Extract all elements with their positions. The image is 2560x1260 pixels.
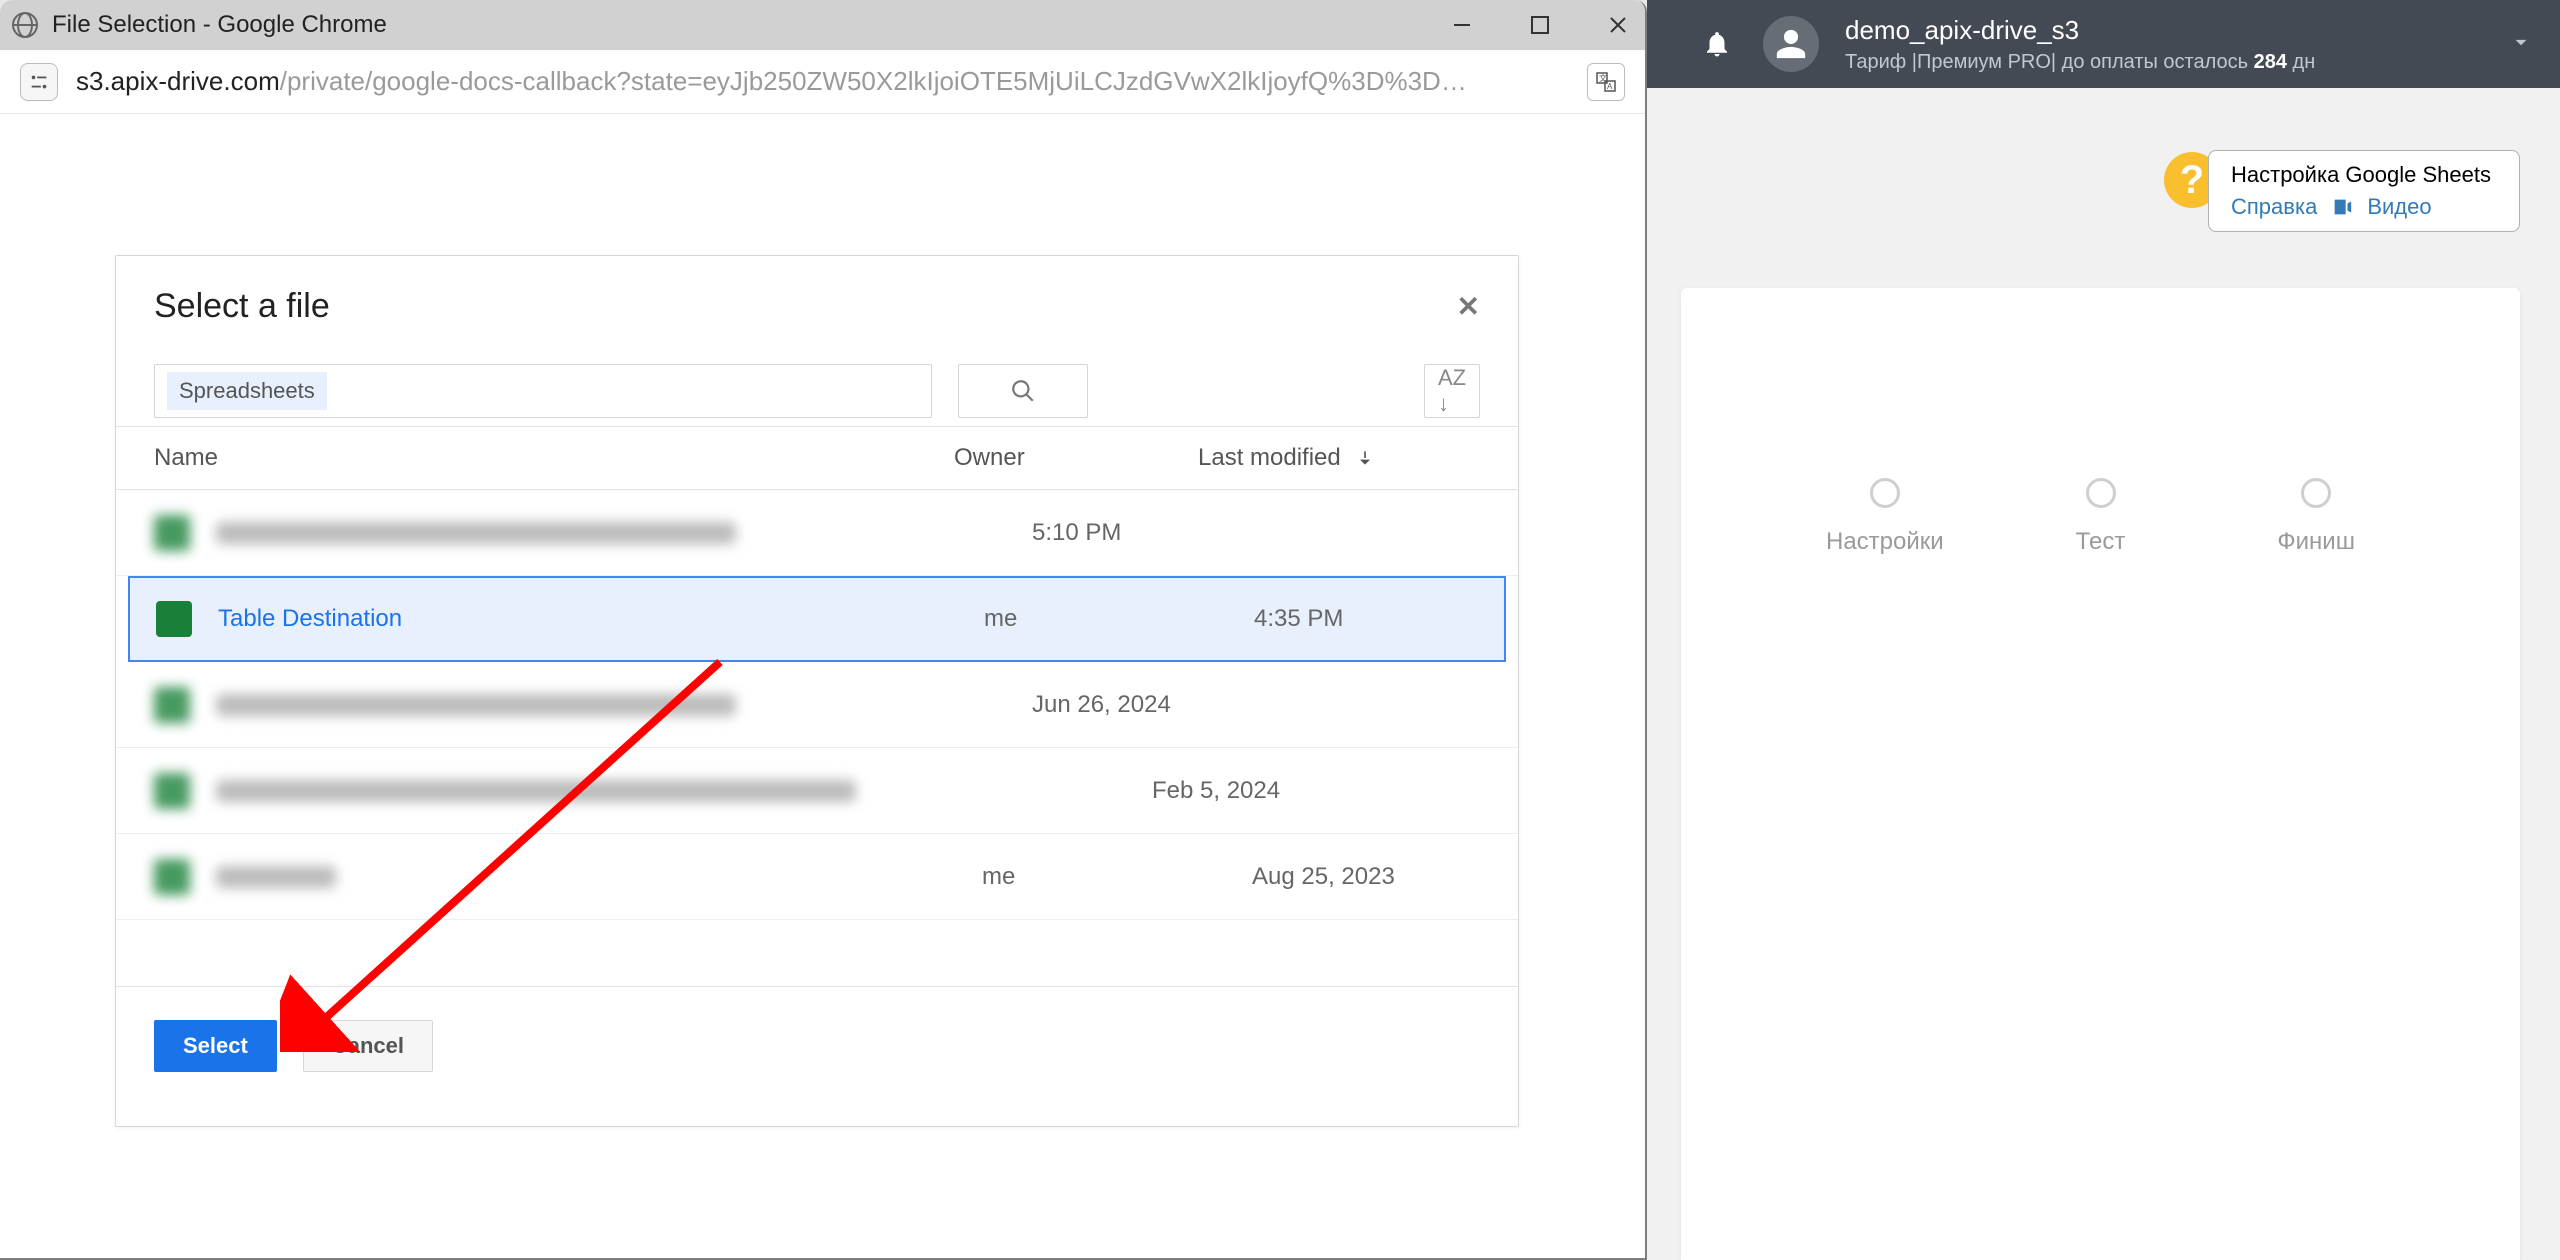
step-finish[interactable]: Финиш (2208, 478, 2424, 556)
col-name[interactable]: Name (154, 444, 954, 472)
sort-az-button[interactable]: AZ↓ (1424, 364, 1480, 418)
user-name: demo_apix-drive_s3 (1845, 12, 2315, 48)
sheets-icon (154, 773, 190, 809)
file-name (216, 522, 736, 544)
file-date: Jun 26, 2024 (1032, 691, 1171, 719)
avatar[interactable] (1763, 16, 1819, 72)
step-dot (2086, 478, 2116, 508)
search-button[interactable] (958, 364, 1088, 418)
step-dot (1870, 478, 1900, 508)
sheets-icon (154, 515, 190, 551)
file-name (216, 780, 856, 802)
select-button[interactable]: Select (154, 1020, 277, 1072)
table-row[interactable]: Jun 26, 2024 (116, 662, 1518, 748)
svg-text:文: 文 (1599, 73, 1607, 83)
sheets-icon (156, 601, 192, 637)
chevron-down-icon[interactable] (2508, 29, 2534, 60)
user-block: demo_apix-drive_s3 Тариф |Премиум PRO| д… (1845, 12, 2315, 76)
picker-header: Select a file ✕ (116, 256, 1518, 356)
file-date: Aug 25, 2023 (1252, 863, 1395, 891)
table-row-selected[interactable]: Table Destination me 4:35 PM (128, 576, 1506, 662)
help-link-doc[interactable]: Справка (2231, 191, 2317, 223)
maximize-button[interactable] (1525, 10, 1555, 40)
step-dot (2301, 478, 2331, 508)
app-card: Настройки Тест Финиш (1681, 288, 2520, 1260)
table-row[interactable]: 5:10 PM (116, 490, 1518, 576)
titlebar[interactable]: File Selection - Google Chrome (0, 0, 1645, 50)
col-modified[interactable]: Last modified (1198, 444, 1480, 472)
file-date: 4:35 PM (1254, 605, 1343, 633)
chrome-window: File Selection - Google Chrome s3.apix-d… (0, 0, 1647, 1260)
table-row[interactable]: me Aug 25, 2023 (116, 834, 1518, 920)
file-list[interactable]: 5:10 PM Table Destination me 4:35 PM Jun… (116, 490, 1518, 986)
file-owner: me (982, 863, 1226, 891)
address-text: s3.apix-drive.com/private/google-docs-ca… (76, 66, 1467, 97)
video-icon (2331, 196, 2353, 218)
file-date: Feb 5, 2024 (1152, 777, 1280, 805)
tariff-line: Тариф |Премиум PRO| до оплаты осталось 2… (1845, 48, 2315, 76)
bell-icon[interactable] (1697, 24, 1737, 64)
search-input[interactable]: Spreadsheets (154, 364, 932, 418)
picker-title: Select a file (154, 287, 330, 326)
picker-footer: Select Cancel (116, 986, 1518, 1104)
table-row[interactable]: Feb 5, 2024 (116, 748, 1518, 834)
step-test[interactable]: Тест (1993, 478, 2209, 556)
site-settings-icon[interactable] (20, 63, 58, 101)
file-name: Table Destination (218, 605, 958, 633)
app-header: demo_apix-drive_s3 Тариф |Премиум PRO| д… (1647, 0, 2560, 88)
col-owner[interactable]: Owner (954, 444, 1198, 472)
globe-icon (12, 12, 38, 38)
help-bubble: Настройка Google Sheets Справка Видео (2208, 150, 2520, 232)
picker-toolbar: Spreadsheets AZ↓ (116, 356, 1518, 426)
close-icon[interactable]: ✕ (1457, 290, 1480, 323)
app-body: ? Настройка Google Sheets Справка Видео … (1647, 88, 2560, 1260)
window-title: File Selection - Google Chrome (52, 11, 387, 39)
step-settings[interactable]: Настройки (1777, 478, 1993, 556)
translate-icon[interactable]: 文A (1587, 63, 1625, 101)
sheets-icon (154, 687, 190, 723)
file-name (216, 866, 336, 888)
minimize-button[interactable] (1447, 10, 1477, 40)
file-owner: me (984, 605, 1228, 633)
address-bar[interactable]: s3.apix-drive.com/private/google-docs-ca… (0, 50, 1645, 114)
cancel-button[interactable]: Cancel (303, 1020, 433, 1072)
close-button[interactable] (1603, 10, 1633, 40)
stepper: Настройки Тест Финиш (1777, 478, 2424, 556)
svg-text:A: A (1607, 82, 1613, 91)
file-picker: Select a file ✕ Spreadsheets AZ↓ Name Ow… (115, 255, 1519, 1127)
filter-chip[interactable]: Spreadsheets (167, 372, 327, 410)
help-title: Настройка Google Sheets (2231, 159, 2519, 191)
file-name (216, 694, 736, 716)
sheets-icon (154, 859, 190, 895)
file-date: 5:10 PM (1032, 519, 1121, 547)
columns-header: Name Owner Last modified (116, 426, 1518, 490)
sort-desc-icon (1355, 448, 1375, 468)
help-link-video[interactable]: Видео (2367, 191, 2431, 223)
